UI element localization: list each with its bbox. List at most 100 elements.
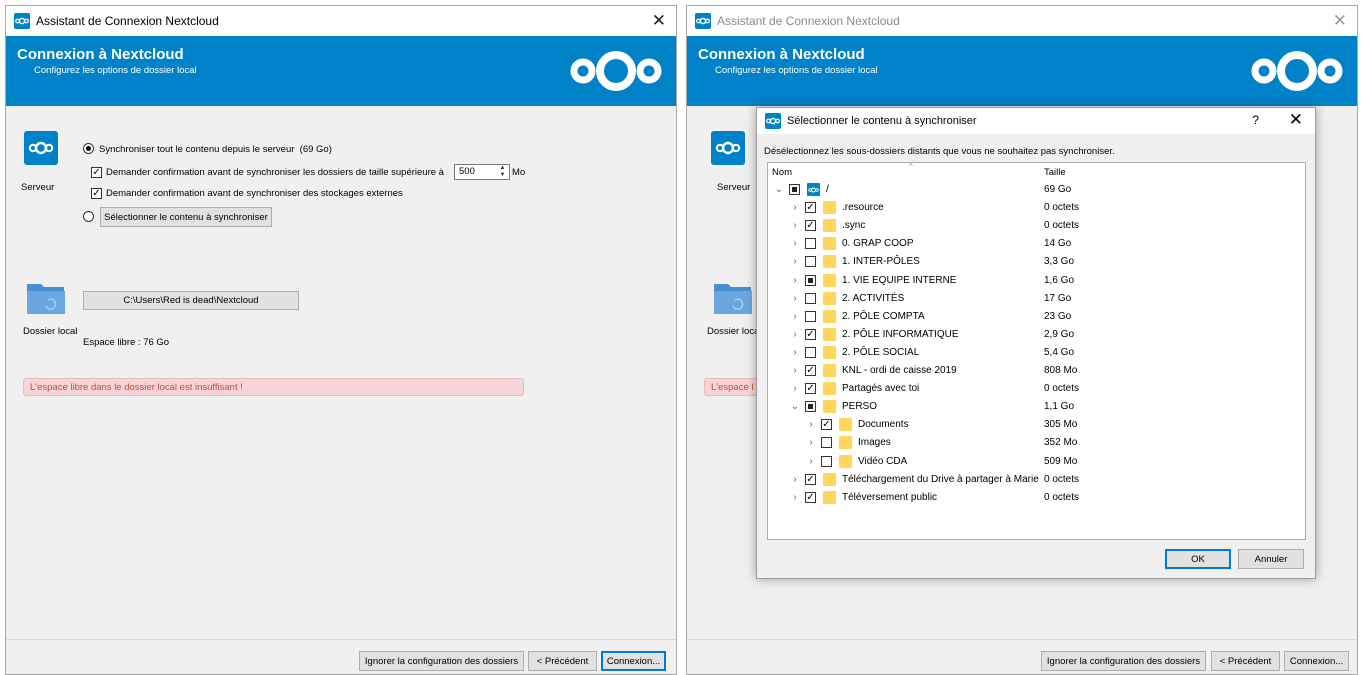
local-folder-icon bbox=[27, 284, 65, 314]
wizard-window-left: Assistant de Connexion Nextcloud ✕ Conne… bbox=[5, 5, 677, 675]
folder-tree[interactable]: Nom ^ Taille ⌄/69 Go › ✓ .resource 0 octets ›… bbox=[767, 162, 1306, 540]
tree-row[interactable]: › 1. INTER-PÔLES 3,3 Go bbox=[768, 253, 1305, 271]
chevron-down-icon[interactable]: ⌄ bbox=[774, 184, 784, 195]
tree-checkbox[interactable]: ✓ bbox=[805, 365, 816, 376]
chevron-right-icon[interactable]: › bbox=[790, 238, 800, 249]
tree-checkbox[interactable]: ✓ bbox=[805, 328, 816, 340]
tree-row[interactable]: ⌄ / 69 Go bbox=[768, 181, 1305, 199]
tree-checkbox[interactable] bbox=[805, 346, 816, 358]
confirm-external-label: Demander confirmation avant de synchroni… bbox=[106, 188, 403, 199]
folder-size: 808 Mo bbox=[1044, 365, 1078, 376]
tree-checkbox[interactable] bbox=[805, 401, 816, 413]
skip-folder-config-button[interactable]: Ignorer la configuration des dossiers bbox=[359, 651, 524, 671]
dialog-title: Sélectionner le contenu à synchroniser bbox=[787, 115, 977, 127]
help-button[interactable]: ? bbox=[1252, 113, 1259, 127]
tree-row[interactable]: ⌄ PERSO 1,1 Go bbox=[768, 398, 1305, 416]
folder-icon bbox=[839, 436, 852, 450]
chevron-right-icon[interactable]: › bbox=[790, 474, 800, 485]
tree-row[interactable]: › ✓ .resource 0 octets bbox=[768, 199, 1305, 217]
folder-size: 14 Go bbox=[1044, 238, 1072, 250]
chevron-right-icon[interactable]: › bbox=[806, 437, 816, 448]
folder-size: 0 octets bbox=[1044, 220, 1080, 232]
back-button[interactable]: < Précédent bbox=[528, 651, 597, 671]
folder-icon bbox=[839, 418, 852, 432]
tree-checkbox[interactable]: ✓ bbox=[805, 202, 816, 214]
warning-message: L'espace libre dans le dossier local est… bbox=[23, 378, 524, 396]
chevron-right-icon[interactable]: › bbox=[790, 256, 800, 267]
sync-all-radio[interactable] bbox=[83, 143, 94, 154]
server-label: Serveur bbox=[21, 182, 55, 193]
tree-row[interactable]: › ✓ Téléchargement du Drive à partager à M… bbox=[768, 471, 1305, 489]
close-icon[interactable]: ✕ bbox=[1289, 110, 1303, 130]
chevron-right-icon[interactable]: › bbox=[790, 365, 800, 376]
connect-button[interactable]: Connexion... bbox=[601, 651, 666, 671]
chevron-right-icon[interactable]: › bbox=[790, 275, 800, 286]
tree-checkbox[interactable] bbox=[805, 274, 816, 286]
tree-row[interactable]: › Images 352 Mo bbox=[768, 434, 1305, 452]
tree-header: Nom ^ Taille bbox=[768, 163, 1305, 181]
chevron-right-icon[interactable]: › bbox=[790, 383, 800, 394]
size-threshold-value: 500 bbox=[459, 166, 475, 177]
tree-row[interactable]: › 0. GRAP COOP 14 Go bbox=[768, 235, 1305, 253]
tree-checkbox[interactable] bbox=[805, 256, 816, 268]
connect-button[interactable]: Connexion... bbox=[1284, 651, 1349, 671]
confirm-large-label: Demander confirmation avant de synchroni… bbox=[106, 167, 444, 178]
size-threshold-spinbox[interactable]: 500 ▲ ▼ bbox=[454, 164, 510, 180]
close-icon[interactable]: ✕ bbox=[652, 11, 666, 31]
tree-row[interactable]: › Vidéo CDA 509 Mo bbox=[768, 453, 1305, 471]
confirm-large-checkbox[interactable]: ✓ bbox=[91, 167, 102, 178]
chevron-right-icon[interactable]: › bbox=[790, 347, 800, 358]
sync-all-size: (69 Go) bbox=[299, 144, 332, 155]
tree-checkbox[interactable]: ✓ bbox=[821, 419, 832, 431]
folder-name: 0. GRAP COOP bbox=[842, 238, 914, 250]
column-name-header[interactable]: Nom bbox=[772, 167, 792, 178]
tree-row[interactable]: › 2. ACTIVITÉS 17 Go bbox=[768, 290, 1305, 308]
chevron-right-icon[interactable]: › bbox=[790, 202, 800, 213]
tree-row[interactable]: › ✓ Documents 305 Mo bbox=[768, 416, 1305, 434]
folder-size: 509 Mo bbox=[1044, 455, 1078, 467]
local-path-button[interactable]: C:\Users\Red is dead\Nextcloud bbox=[83, 291, 299, 310]
ok-button[interactable]: OK bbox=[1165, 549, 1231, 569]
spin-arrows-icon[interactable]: ▲ ▼ bbox=[497, 165, 508, 179]
tree-checkbox[interactable]: ✓ bbox=[805, 491, 816, 503]
tree-checkbox[interactable] bbox=[821, 437, 832, 449]
tree-row[interactable]: › 2. PÔLE COMPTA 23 Go bbox=[768, 308, 1305, 326]
chevron-right-icon[interactable]: › bbox=[790, 311, 800, 322]
tree-row[interactable]: › ✓ Partagés avec toi 0 octets bbox=[768, 380, 1305, 398]
chevron-right-icon[interactable]: › bbox=[790, 492, 800, 503]
tree-checkbox[interactable]: ✓ bbox=[805, 473, 816, 485]
close-icon[interactable]: ✕ bbox=[1333, 11, 1347, 31]
tree-row[interactable]: › 2. PÔLE SOCIAL 5,4 Go bbox=[768, 344, 1305, 362]
chevron-right-icon[interactable]: › bbox=[790, 220, 800, 231]
select-content-button[interactable]: Sélectionner le contenu à synchroniser bbox=[100, 207, 272, 227]
select-content-radio[interactable] bbox=[83, 211, 94, 222]
chevron-right-icon[interactable]: › bbox=[790, 293, 800, 304]
tree-checkbox[interactable] bbox=[805, 292, 816, 304]
confirm-external-checkbox[interactable]: ✓ bbox=[91, 188, 102, 199]
tree-row[interactable]: › ✓ .sync 0 octets bbox=[768, 217, 1305, 235]
tree-checkbox[interactable]: ✓ bbox=[805, 220, 816, 232]
tree-checkbox[interactable]: ✓ bbox=[805, 383, 816, 395]
back-button[interactable]: < Précédent bbox=[1211, 651, 1280, 671]
chevron-right-icon[interactable]: › bbox=[806, 456, 816, 467]
tree-checkbox[interactable] bbox=[805, 310, 816, 322]
tree-row[interactable]: › 1. VIE EQUIPE INTERNE 1,6 Go bbox=[768, 272, 1305, 290]
tree-row[interactable]: › ✓ KNL - ordi de caisse 2019 808 Mo bbox=[768, 362, 1305, 380]
folder-name: Téléchargement du Drive à partager à Mar… bbox=[842, 473, 1039, 485]
folder-size: 305 Mo bbox=[1044, 419, 1078, 431]
tree-row[interactable]: › ✓ 2. PÔLE INFORMATIQUE 2,9 Go bbox=[768, 326, 1305, 344]
footer-divider bbox=[6, 639, 676, 640]
tree-checkbox[interactable] bbox=[821, 455, 832, 467]
column-size-header[interactable]: Taille bbox=[1044, 167, 1066, 178]
chevron-right-icon[interactable]: › bbox=[806, 419, 816, 430]
tree-checkbox[interactable] bbox=[789, 184, 800, 195]
chevron-right-icon[interactable]: › bbox=[790, 329, 800, 340]
chevron-down-icon[interactable]: ⌄ bbox=[790, 401, 800, 412]
skip-folder-config-button[interactable]: Ignorer la configuration des dossiers bbox=[1041, 651, 1206, 671]
tree-row[interactable]: › ✓ Téléversement public 0 octets bbox=[768, 489, 1305, 507]
folder-size: 352 Mo bbox=[1044, 437, 1078, 449]
tree-checkbox[interactable] bbox=[805, 238, 816, 250]
folder-size: 17 Go bbox=[1044, 292, 1072, 304]
cancel-button[interactable]: Annuler bbox=[1238, 549, 1304, 569]
banner-title: Connexion à Nextcloud bbox=[17, 46, 184, 63]
